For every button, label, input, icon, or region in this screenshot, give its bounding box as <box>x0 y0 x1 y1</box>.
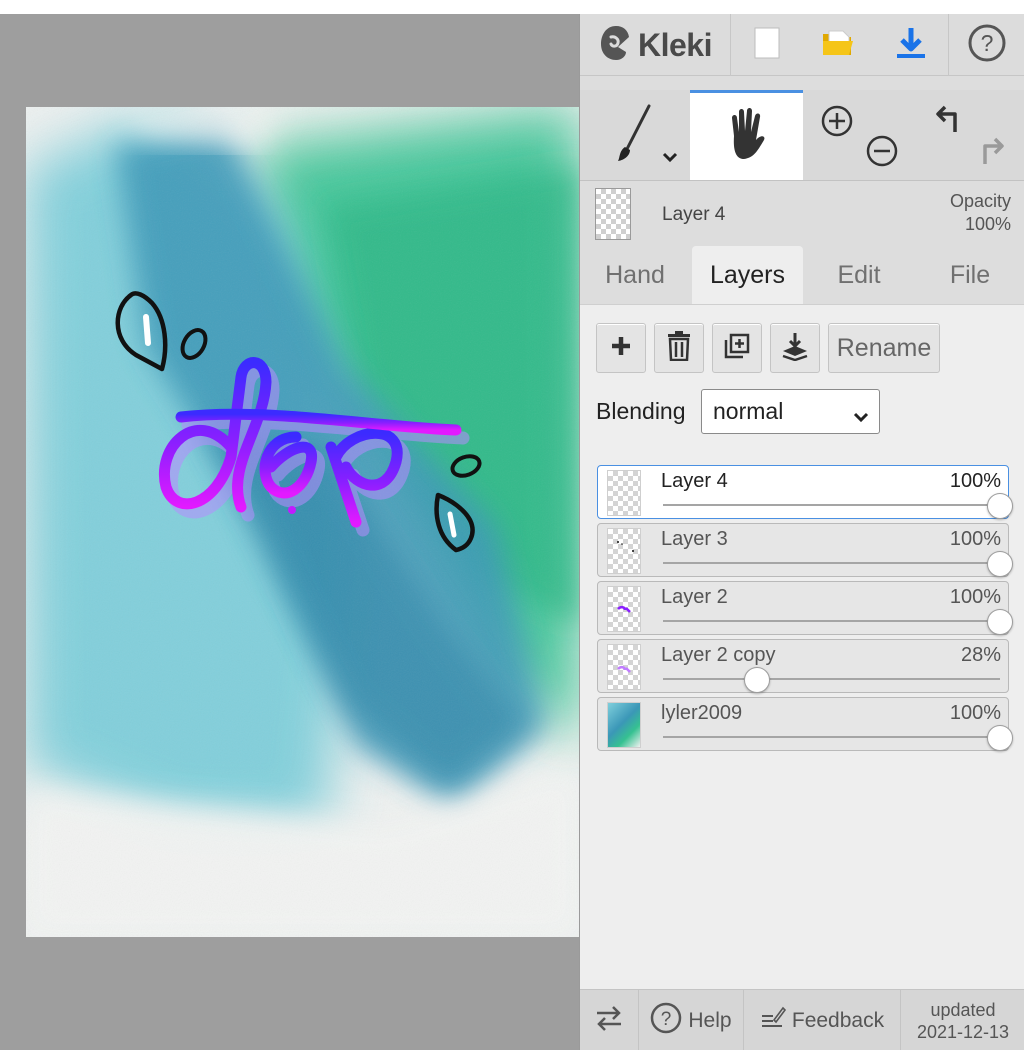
opacity-slider-handle[interactable] <box>987 493 1013 519</box>
chevron-down-icon[interactable] <box>662 150 678 168</box>
updated-date: 2021-12-13 <box>916 1021 1010 1042</box>
feedback-link[interactable]: Feedback <box>744 990 900 1050</box>
svg-text:?: ? <box>981 30 994 56</box>
opacity-slider-track[interactable] <box>663 678 1000 680</box>
feedback-icon <box>760 1005 786 1037</box>
layer-opacity: 28% <box>960 644 1001 666</box>
canvas-artwork <box>26 107 579 937</box>
help-circle-icon: ? <box>650 1002 682 1040</box>
plus-icon <box>610 335 632 362</box>
history-tools <box>913 90 1024 180</box>
updated-label: updated <box>930 999 996 1020</box>
opacity-slider-handle[interactable] <box>744 667 771 693</box>
current-layer-thumbnail <box>595 188 631 240</box>
layers-panel: Rename Blending normal Layer 4 100% Laye… <box>580 304 1024 989</box>
save-button[interactable] <box>873 14 948 76</box>
duplicate-layer-button[interactable] <box>712 323 762 373</box>
opacity-slider-track[interactable] <box>663 736 1000 738</box>
app: Kleki ? Layer 4 Opacity 100% Hand Layers… <box>0 14 1024 1050</box>
sidebar: Kleki ? Layer 4 Opacity 100% Hand Layers… <box>579 14 1024 1050</box>
brush-tool[interactable] <box>580 90 690 180</box>
layer-item-layer-2[interactable]: Layer 2 100% <box>597 581 1013 635</box>
layer-name: Layer 4 <box>661 470 728 492</box>
help-label: Help <box>688 1008 732 1032</box>
layer-thumbnail <box>607 528 641 574</box>
zoom-in-icon[interactable] <box>820 104 854 143</box>
layer-opacity: 100% <box>949 702 1001 724</box>
tab-file[interactable]: File <box>915 246 1024 304</box>
rename-button[interactable]: Rename <box>828 323 940 373</box>
layer-name: lyler2009 <box>661 702 743 724</box>
layer-name: Layer 2 copy <box>661 644 776 666</box>
kleki-logo-icon <box>598 23 634 68</box>
zoom-out-icon[interactable] <box>865 134 899 173</box>
delete-layer-button[interactable] <box>654 323 704 373</box>
duplicate-icon <box>723 332 751 365</box>
svg-text:?: ? <box>661 1009 672 1030</box>
layer-thumbnail <box>607 702 641 748</box>
layer-thumbnail <box>607 644 641 690</box>
merge-layer-button[interactable] <box>770 323 820 373</box>
kleki-logo[interactable]: Kleki <box>580 14 730 76</box>
new-image-button[interactable] <box>731 14 802 76</box>
add-layer-button[interactable] <box>596 323 646 373</box>
opacity-value: 100% <box>964 214 1011 234</box>
blending-value: normal <box>713 398 784 424</box>
app-name: Kleki <box>638 26 712 63</box>
opacity-slider-handle[interactable] <box>987 725 1013 751</box>
swap-side-button[interactable] <box>580 990 638 1050</box>
layer-item-lyler2009[interactable]: lyler2009 100% <box>597 697 1013 751</box>
tab-layers[interactable]: Layers <box>692 246 803 304</box>
current-layer-name: Layer 4 <box>662 204 726 225</box>
layer-name: Layer 3 <box>661 528 728 550</box>
chevron-down-icon <box>853 402 869 429</box>
update-info: updated 2021-12-13 <box>901 990 1024 1050</box>
opacity-slider-handle[interactable] <box>987 609 1013 635</box>
redo-icon[interactable] <box>975 134 1009 173</box>
top-bar: Kleki ? <box>580 14 1024 76</box>
zoom-tools <box>803 90 913 180</box>
layer-thumbnail <box>607 470 641 516</box>
opacity-slider-handle[interactable] <box>987 551 1013 577</box>
tool-row <box>580 90 1024 181</box>
layer-item-layer-2-copy[interactable]: Layer 2 copy 28% <box>597 639 1009 693</box>
tab-edit[interactable]: Edit <box>804 246 914 304</box>
help-button[interactable]: ? <box>949 14 1024 76</box>
help-circle-icon: ? <box>967 23 1007 68</box>
swap-arrows-icon <box>593 1003 625 1039</box>
layer-item-layer-3[interactable]: Layer 3 100% <box>597 523 1013 577</box>
canvas-area[interactable] <box>0 14 579 1050</box>
layer-name: Layer 2 <box>661 586 728 608</box>
footer: ? Help Feedback updated 2021-12-13 <box>580 989 1024 1050</box>
tab-bar: Hand Layers Edit File <box>580 246 1024 304</box>
layer-item-layer-4[interactable]: Layer 4 100% <box>597 465 1013 519</box>
layer-opacity: 100% <box>949 470 1001 492</box>
current-layer-opacity: Opacity 100% <box>950 190 1011 236</box>
blending-label: Blending <box>596 398 686 424</box>
blending-select[interactable]: normal <box>701 389 880 434</box>
layer-opacity: 100% <box>949 528 1001 550</box>
layer-thumbnail <box>607 586 641 632</box>
help-link[interactable]: ? Help <box>639 990 743 1050</box>
layer-opacity: 100% <box>949 586 1001 608</box>
new-image-icon <box>754 27 780 64</box>
open-button[interactable] <box>802 14 873 76</box>
opacity-slider-track[interactable] <box>663 562 1000 564</box>
current-layer-info: Layer 4 Opacity 100% <box>580 182 1024 246</box>
opacity-slider-track[interactable] <box>663 504 1000 506</box>
hand-icon <box>722 106 772 167</box>
brush-icon <box>615 103 655 168</box>
drawing-canvas[interactable] <box>26 107 579 937</box>
feedback-label: Feedback <box>791 1008 885 1032</box>
trash-icon <box>667 330 691 366</box>
merge-down-icon <box>781 331 809 366</box>
open-folder-icon <box>821 28 855 63</box>
opacity-slider-track[interactable] <box>663 620 1000 622</box>
hand-tool[interactable] <box>690 90 803 180</box>
undo-icon[interactable] <box>933 102 967 141</box>
tab-hand[interactable]: Hand <box>580 246 690 304</box>
download-icon <box>895 26 927 65</box>
opacity-label: Opacity <box>949 191 1011 211</box>
